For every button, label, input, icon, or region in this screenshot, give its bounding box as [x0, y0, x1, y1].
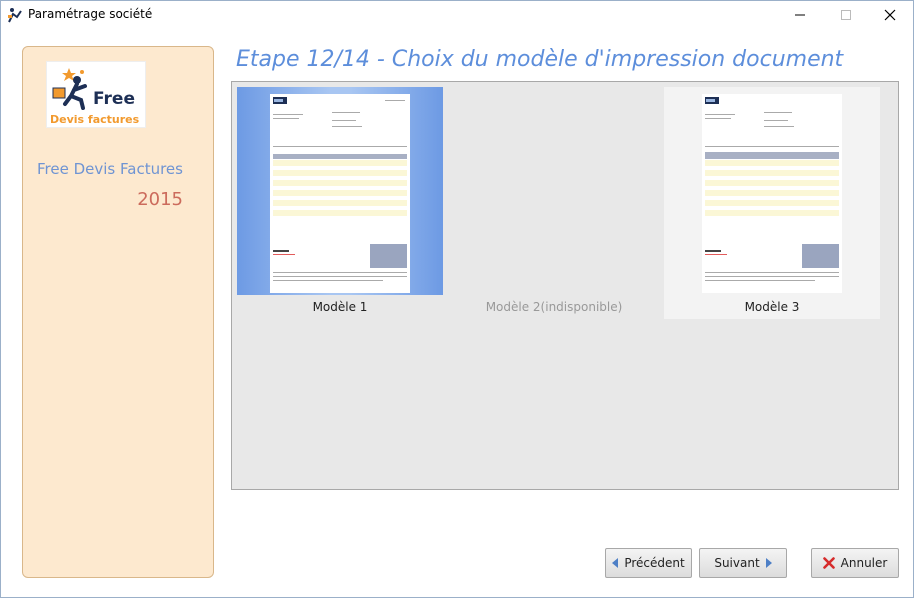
model-card-1[interactable]: Modèle 1 — [237, 87, 453, 319]
app-logo-icon — [8, 8, 22, 23]
model-label-1: Modèle 1 — [312, 300, 368, 314]
close-button[interactable] — [867, 1, 913, 29]
minimize-button[interactable] — [777, 1, 823, 29]
window-title: Paramétrage société — [28, 7, 153, 21]
minimize-icon — [795, 14, 805, 16]
previous-button-label: Précédent — [624, 556, 685, 570]
model-card-2: Modèle 2(indisponible) — [451, 87, 667, 319]
model-label-2: Modèle 2(indisponible) — [485, 300, 623, 314]
app-year: 2015 — [137, 189, 183, 210]
cancel-button-label: Annuler — [840, 556, 888, 570]
free-devis-logo-icon: Free Devis factures — [50, 68, 140, 126]
app-window: Paramétrage société Free Devis factures … — [0, 0, 914, 598]
svg-text:Devis factures: Devis factures — [50, 113, 140, 126]
title-bar: Paramétrage société — [1, 1, 913, 29]
maximize-icon — [841, 10, 851, 20]
model-card-3[interactable]: Modèle 3 — [664, 87, 880, 319]
arrow-left-icon — [612, 558, 619, 568]
next-button[interactable]: Suivant — [699, 548, 787, 578]
cancel-button[interactable]: Annuler — [811, 548, 899, 578]
app-name: Free Devis Factures — [37, 160, 183, 178]
next-button-label: Suivant — [714, 556, 760, 570]
model-thumbnail-3[interactable] — [664, 87, 880, 295]
previous-button[interactable]: Précédent — [605, 548, 692, 578]
maximize-button[interactable] — [823, 1, 869, 29]
model-gallery: Modèle 1 Modèle 2(indisponible) Modèle 3 — [231, 81, 899, 490]
model-label-3: Modèle 3 — [744, 300, 800, 314]
arrow-right-icon — [765, 558, 772, 568]
close-icon — [884, 9, 896, 21]
document-preview — [702, 94, 842, 293]
cancel-x-icon — [822, 557, 835, 569]
sidebar-panel: Free Devis factures Free Devis Factures … — [22, 46, 214, 578]
app-logo: Free Devis factures — [46, 61, 146, 128]
document-preview — [270, 94, 410, 293]
model-thumbnail-1[interactable] — [237, 87, 443, 295]
svg-text:Free: Free — [93, 89, 135, 109]
step-title: Etape 12/14 - Choix du modèle d'impressi… — [236, 47, 844, 72]
